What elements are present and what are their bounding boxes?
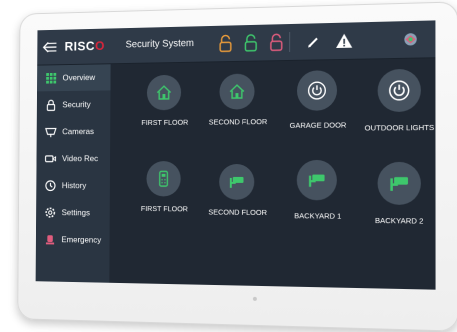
tile-icon-circle	[296, 70, 338, 111]
keypad-icon	[155, 170, 172, 188]
history-icon	[44, 179, 56, 192]
tile-backyard-2[interactable]: BACKYARD 2	[360, 161, 435, 244]
overview-grid: FIRST FLOOR SECOND FLOOR GARAGE DOOR OUT…	[109, 58, 435, 289]
gear-icon	[44, 206, 56, 219]
tile-second-floor-camera[interactable]: SECOND FLOOR	[201, 164, 279, 244]
tile-icon-circle	[296, 159, 337, 201]
grid-icon	[45, 72, 57, 85]
power-icon	[388, 79, 411, 102]
tile-icon-circle	[377, 68, 421, 113]
tile-icon-circle	[146, 74, 182, 111]
sidebar-item-cameras[interactable]: Cameras	[37, 118, 111, 144]
tile-icon-circle	[146, 161, 181, 197]
tile-outdoor-lights[interactable]: OUTDOOR LIGHTS	[360, 68, 435, 150]
emergency-icon	[44, 233, 56, 246]
tile-icon-circle	[377, 161, 421, 206]
tile-icon-circle	[219, 73, 255, 110]
tile-garage-door[interactable]: GARAGE DOOR	[280, 70, 360, 151]
page-title: Security System	[125, 38, 194, 51]
home-icon	[155, 84, 172, 102]
camera-icon	[308, 174, 325, 187]
tile-first-floor[interactable]: FIRST FLOOR	[129, 74, 205, 153]
sidebar-item-video-rec[interactable]: Video Rec	[36, 146, 110, 172]
lock-open-pink-icon[interactable]	[268, 33, 284, 52]
sidebar-item-label: Video Rec	[62, 153, 99, 164]
sidebar-item-history[interactable]: History	[36, 173, 110, 199]
sidebar-item-settings[interactable]: Settings	[36, 200, 110, 227]
tile-label: OUTDOOR LIGHTS	[364, 122, 435, 133]
tile-backyard-1[interactable]: BACKYARD 1	[280, 159, 360, 241]
tile-icon-circle	[219, 164, 255, 200]
video-icon	[45, 153, 57, 165]
tile-first-floor-keypad[interactable]: FIRST FLOOR	[128, 161, 204, 240]
camera-icon	[45, 126, 57, 139]
tile-second-floor[interactable]: SECOND FLOOR	[201, 73, 279, 153]
pencil-icon[interactable]	[305, 32, 321, 50]
home-indicator	[252, 296, 257, 301]
risco-logo: RISCO	[64, 38, 105, 54]
lock-open-orange-icon[interactable]	[218, 34, 234, 52]
touch-panel-device: RISCO Security System Overview Security …	[17, 1, 457, 332]
camera-icon	[390, 177, 409, 191]
power-icon	[307, 80, 327, 100]
lock-open-green-icon[interactable]	[243, 34, 259, 52]
sidebar-item-label: History	[61, 180, 87, 191]
back-arrow-icon[interactable]	[42, 39, 58, 55]
sidebar-item-label: Emergency	[61, 234, 102, 245]
sidebar-item-label: Cameras	[62, 126, 94, 137]
sidebar-item-overview[interactable]: Overview	[37, 64, 111, 92]
sidebar-item-security[interactable]: Security	[37, 91, 111, 118]
screen: RISCO Security System Overview Security …	[35, 20, 436, 290]
user-avatar-icon[interactable]	[402, 30, 419, 49]
sidebar-item-label: Settings	[61, 207, 90, 218]
topbar-divider	[289, 31, 291, 52]
tile-label: BACKYARD 2	[374, 215, 424, 226]
home-icon	[228, 83, 246, 101]
lock-icon	[45, 99, 57, 112]
sidebar-item-label: Overview	[62, 72, 96, 83]
sidebar-item-label: Security	[62, 99, 91, 110]
alert-triangle-icon[interactable]	[335, 32, 353, 51]
camera-icon	[229, 176, 244, 188]
sidebar: Overview Security Cameras Video Rec Hist…	[35, 64, 111, 283]
sidebar-item-emergency[interactable]: Emergency	[36, 226, 110, 253]
